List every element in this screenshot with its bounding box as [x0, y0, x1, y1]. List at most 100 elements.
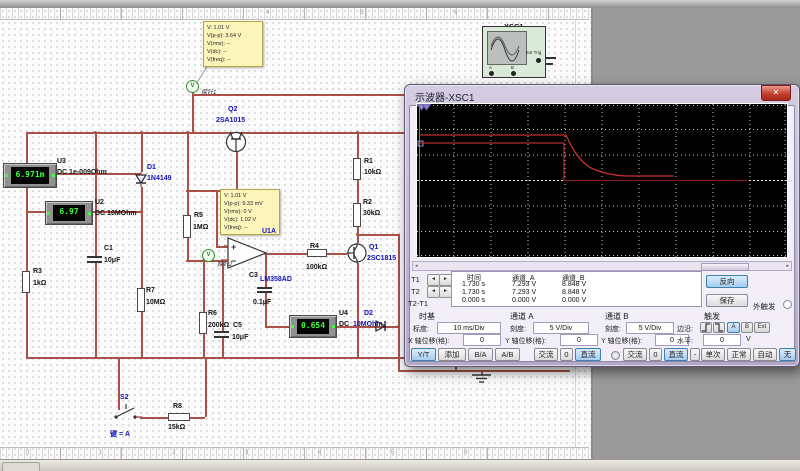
- oscilloscope-instrument-icon[interactable]: Ext Trig A B: [482, 26, 546, 78]
- ground-symbol[interactable]: [471, 374, 492, 383]
- channel-b-minus-button[interactable]: -: [690, 348, 700, 361]
- channel-a-zero-button[interactable]: 0: [560, 348, 573, 361]
- timebase-scale-input[interactable]: 10 ms/Div: [437, 322, 501, 334]
- wire[interactable]: [203, 334, 205, 357]
- wire[interactable]: [26, 293, 28, 357]
- channel-b-scale-input[interactable]: 5 V/Div: [626, 322, 674, 334]
- resistor-r5[interactable]: [183, 215, 191, 238]
- scope-display[interactable]: [416, 103, 788, 258]
- wire[interactable]: [265, 293, 267, 326]
- add-mode-button[interactable]: 添加: [438, 348, 466, 361]
- wire[interactable]: [141, 132, 143, 172]
- channel-a-terminal[interactable]: [489, 71, 494, 76]
- yt-mode-button[interactable]: Y/T: [411, 348, 436, 361]
- ext-trigger-radio[interactable]: [783, 300, 792, 309]
- status-bar-tab[interactable]: [2, 462, 40, 471]
- scroll-right-icon[interactable]: ▸: [786, 262, 789, 270]
- wire[interactable]: [327, 253, 347, 255]
- wire[interactable]: [265, 326, 290, 328]
- capacitor-c3[interactable]: [257, 291, 272, 293]
- rising-edge-button[interactable]: [700, 322, 712, 333]
- meter-u2[interactable]: 6.97: [45, 201, 93, 225]
- wire[interactable]: [95, 132, 97, 256]
- channel-b-zero-button[interactable]: 0: [649, 348, 662, 361]
- capacitor-c1[interactable]: [87, 256, 102, 258]
- trigger-b-button[interactable]: B: [741, 322, 753, 333]
- wire[interactable]: [187, 132, 189, 215]
- wire[interactable]: [141, 187, 143, 288]
- wire[interactable]: [398, 370, 570, 372]
- wire[interactable]: [357, 180, 359, 203]
- transistor-q2[interactable]: [224, 129, 248, 153]
- resistor-r4[interactable]: [307, 249, 327, 257]
- label-c3: C3: [249, 272, 258, 279]
- trigger-auto-button[interactable]: 自动: [753, 348, 777, 361]
- probe1-readout-box[interactable]: V: 1.01 V V(p-p): 3.64 V V(rms): -- V(dc…: [203, 21, 263, 67]
- resistor-r8[interactable]: [168, 413, 190, 421]
- scroll-left-icon[interactable]: ◂: [415, 262, 418, 270]
- wire[interactable]: [26, 211, 45, 213]
- trigger-single-button[interactable]: 单次: [701, 348, 725, 361]
- close-button[interactable]: ✕: [761, 85, 791, 101]
- channel-a-dc-button[interactable]: 直流: [575, 348, 601, 361]
- wire[interactable]: [141, 312, 143, 357]
- channel-a-scale-input[interactable]: 5 V/Div: [533, 322, 589, 334]
- ba-mode-button[interactable]: B/A: [468, 348, 493, 361]
- wire[interactable]: [95, 263, 97, 357]
- display-scrollbar[interactable]: ◂ ▸: [412, 261, 792, 271]
- resistor-r1[interactable]: [353, 158, 361, 180]
- wire[interactable]: [192, 91, 194, 132]
- wire[interactable]: [187, 238, 189, 260]
- wire[interactable]: [216, 190, 218, 246]
- oscilloscope-window[interactable]: 示波器-XSC1 ✕: [404, 84, 800, 367]
- falling-edge-button[interactable]: [713, 322, 725, 333]
- channel-b-terminal[interactable]: [511, 71, 516, 76]
- wire[interactable]: [26, 132, 28, 271]
- resistor-r3[interactable]: [22, 271, 30, 293]
- capacitor-c3[interactable]: [257, 287, 272, 289]
- meter-u3[interactable]: 6.971m: [3, 163, 57, 188]
- channel-b-ac-button[interactable]: 交流: [623, 348, 647, 361]
- voltage-probe-2[interactable]: V: [202, 249, 215, 262]
- capacitor-c5[interactable]: [214, 331, 229, 333]
- save-button[interactable]: 保存: [706, 294, 748, 307]
- wire[interactable]: [222, 260, 224, 331]
- ab-mode-button[interactable]: A/B: [495, 348, 520, 361]
- resistor-r7[interactable]: [137, 288, 145, 312]
- trigger-level-input[interactable]: 0: [703, 334, 741, 346]
- switch-s2[interactable]: [110, 403, 142, 420]
- wire[interactable]: [357, 234, 398, 236]
- wire[interactable]: [357, 263, 359, 357]
- capacitor-c5[interactable]: [214, 336, 229, 338]
- wire[interactable]: [222, 338, 224, 357]
- scrollbar-thumb[interactable]: [701, 263, 749, 271]
- resistor-r2[interactable]: [353, 203, 361, 227]
- junction-dot: [140, 131, 143, 134]
- ext-trig-terminal[interactable]: [536, 58, 541, 63]
- wire[interactable]: [190, 417, 205, 419]
- wire[interactable]: [236, 152, 238, 190]
- trigger-normal-button[interactable]: 正常: [727, 348, 751, 361]
- trigger-a-button[interactable]: A: [727, 322, 740, 333]
- channel-b-dc-button[interactable]: 直流: [664, 348, 688, 361]
- channel-a-offset-input[interactable]: 0: [560, 334, 598, 346]
- transistor-q1[interactable]: [347, 243, 367, 263]
- trigger-ext-button[interactable]: Ext: [754, 322, 770, 333]
- probe-line: V: 1.01 V: [207, 24, 259, 32]
- wire[interactable]: [398, 234, 400, 370]
- meter-u4[interactable]: 0.654: [289, 315, 337, 338]
- channel-a-knob[interactable]: [611, 351, 620, 360]
- reverse-button[interactable]: 反向: [706, 275, 748, 288]
- wire[interactable]: [140, 417, 168, 419]
- wire[interactable]: [203, 260, 205, 312]
- trigger-none-button[interactable]: 无: [779, 348, 796, 361]
- channel-b-scale-label: 刻度:: [605, 324, 621, 334]
- channel-a-ac-button[interactable]: 交流: [534, 348, 558, 361]
- wire[interactable]: [357, 132, 359, 158]
- wire[interactable]: [26, 357, 455, 359]
- timebase-offset-input[interactable]: 0: [463, 334, 501, 346]
- wire[interactable]: [205, 357, 207, 417]
- wire[interactable]: [266, 253, 307, 255]
- resistor-r6[interactable]: [199, 312, 207, 334]
- capacitor-c1[interactable]: [87, 261, 102, 263]
